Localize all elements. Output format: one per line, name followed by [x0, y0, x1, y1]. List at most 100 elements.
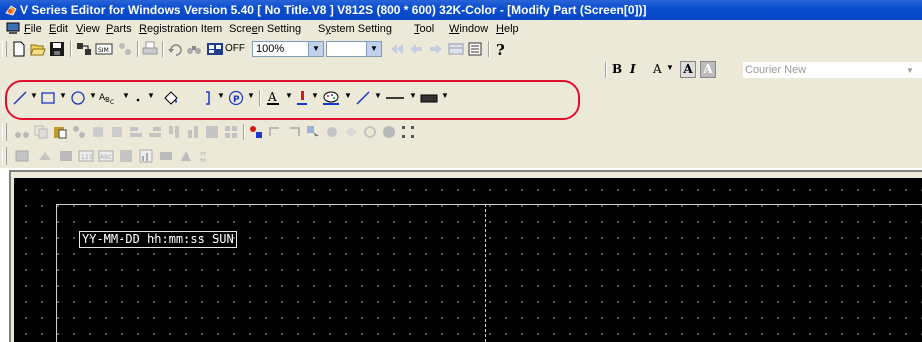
menu-window[interactable]: Window: [449, 20, 488, 38]
chevron-down-icon[interactable]: ▼: [59, 91, 67, 100]
menu-parts[interactable]: Parts: [106, 20, 132, 38]
undo-icon[interactable]: [167, 41, 183, 57]
toolbar-grip[interactable]: [2, 123, 7, 141]
menu-edit[interactable]: Edit: [49, 20, 68, 38]
font-size-field[interactable]: ▼ 12: [903, 62, 922, 93]
font-color-icon[interactable]: A: [266, 90, 280, 106]
chevron-down-icon[interactable]: ▼: [247, 91, 255, 100]
menu-view[interactable]: View: [76, 20, 100, 38]
switch-item-icon[interactable]: [14, 148, 30, 164]
part-palette-icon[interactable]: [248, 124, 264, 140]
grid-state-label[interactable]: OFF: [225, 43, 245, 54]
new-file-icon[interactable]: [12, 41, 26, 57]
align-right-icon[interactable]: [147, 124, 163, 140]
text-frame-button[interactable]: A: [680, 61, 696, 78]
chevron-down-icon[interactable]: ▼: [374, 91, 382, 100]
character-item-icon[interactable]: ABC: [98, 148, 114, 164]
matrix-icon[interactable]: [223, 124, 239, 140]
binoculars-icon[interactable]: [186, 41, 202, 57]
network-icon[interactable]: [117, 41, 133, 57]
print-icon[interactable]: [142, 41, 158, 57]
chevron-down-icon[interactable]: ▼: [147, 91, 155, 100]
help-icon[interactable]: ?: [494, 41, 508, 57]
copy-icon[interactable]: [33, 124, 49, 140]
group-icon[interactable]: [71, 124, 87, 140]
table-item-icon[interactable]: [118, 148, 134, 164]
dot-tool-icon[interactable]: [132, 90, 144, 106]
italic-button[interactable]: I: [630, 62, 636, 76]
text-color-button[interactable]: A: [653, 62, 662, 76]
paint-fill-icon[interactable]: [162, 90, 180, 106]
rectangle-tool-icon[interactable]: [40, 90, 56, 106]
tile-pattern-icon[interactable]: [420, 90, 438, 106]
chevron-down-icon[interactable]: ▼: [89, 91, 97, 100]
go-first-icon[interactable]: [388, 41, 404, 57]
bold-button[interactable]: B: [612, 62, 622, 76]
document-window-icon[interactable]: [6, 22, 20, 35]
font-name-field[interactable]: Courier New: [743, 62, 903, 78]
meter-item-icon[interactable]: [158, 148, 174, 164]
line-color-icon[interactable]: [296, 90, 308, 106]
mirror-icon[interactable]: [324, 124, 340, 140]
menu-tool[interactable]: Tool: [414, 20, 434, 38]
alarm-item-icon[interactable]: [178, 148, 194, 164]
menu-registration-item[interactable]: Registration Item: [139, 20, 222, 38]
message-item-icon[interactable]: [58, 148, 74, 164]
line-style-icon[interactable]: [355, 90, 371, 106]
reverse-icon[interactable]: [381, 124, 397, 140]
chevron-down-icon[interactable]: ▼: [311, 91, 319, 100]
chevron-down-icon[interactable]: ▼: [285, 91, 293, 100]
chevron-down-icon[interactable]: ▼: [122, 91, 130, 100]
text-shadow-button[interactable]: A: [700, 61, 716, 78]
bring-front-icon[interactable]: [90, 124, 106, 140]
grid-icon[interactable]: [206, 41, 224, 57]
calendar-clock-item[interactable]: YY-MM-DD hh:mm:ss SUN: [79, 231, 237, 248]
menu-file[interactable]: File: [24, 20, 42, 38]
fill-color-icon[interactable]: [322, 90, 340, 106]
menu-system-setting[interactable]: System Setting: [318, 20, 392, 38]
rotate-right-icon[interactable]: [286, 124, 302, 140]
transfer-icon[interactable]: [76, 41, 92, 57]
line-width-icon[interactable]: [385, 90, 405, 106]
toolbar-grip[interactable]: [2, 41, 7, 57]
open-folder-icon[interactable]: [30, 41, 46, 57]
save-icon[interactable]: [49, 41, 65, 57]
rotate-left-icon[interactable]: [267, 124, 283, 140]
simulator-icon[interactable]: SIM: [95, 41, 113, 57]
chevron-down-icon[interactable]: ▼: [344, 91, 352, 100]
lamp-item-icon[interactable]: [37, 148, 53, 164]
align-top-icon[interactable]: [166, 124, 182, 140]
arrow-right-icon[interactable]: [428, 41, 444, 57]
list-view-icon[interactable]: [467, 41, 483, 57]
cut-icon[interactable]: [14, 124, 30, 140]
menu-help[interactable]: Help: [496, 20, 519, 38]
distribute-icon[interactable]: [204, 124, 220, 140]
toolbar-grip[interactable]: [2, 90, 7, 106]
graph-item-icon[interactable]: [138, 148, 154, 164]
chevron-down-icon[interactable]: ▼: [217, 91, 225, 100]
chevron-down-icon[interactable]: ▼: [666, 63, 674, 72]
chevron-down-icon[interactable]: ▼: [409, 91, 417, 100]
zoom-select[interactable]: 100% ▼: [252, 41, 324, 57]
pointer-icon[interactable]: [305, 124, 321, 140]
rotate-icon[interactable]: [362, 124, 378, 140]
layer-select[interactable]: ▼: [326, 41, 382, 57]
bracket-tool-icon[interactable]: [200, 90, 216, 106]
pattern-tool-icon[interactable]: P: [228, 90, 244, 106]
align-left-icon[interactable]: [128, 124, 144, 140]
align-bottom-icon[interactable]: [185, 124, 201, 140]
circle-tool-icon[interactable]: [70, 90, 86, 106]
line-tool-icon[interactable]: [12, 90, 28, 106]
menu-screen-setting[interactable]: Screen Setting: [229, 20, 301, 38]
resize-handles-icon[interactable]: [400, 124, 416, 140]
chevron-down-icon[interactable]: ▼: [366, 42, 381, 56]
paste-icon[interactable]: [52, 124, 68, 140]
chevron-down-icon[interactable]: ▼: [308, 42, 323, 56]
numeric-item-icon[interactable]: 123: [78, 148, 94, 164]
clock-item-icon[interactable]: YYhh: [198, 148, 214, 164]
table-view-icon[interactable]: [448, 41, 464, 57]
flip-icon[interactable]: [343, 124, 359, 140]
send-back-icon[interactable]: [109, 124, 125, 140]
arrow-left-icon[interactable]: [408, 41, 424, 57]
chevron-down-icon[interactable]: ▼: [30, 91, 38, 100]
